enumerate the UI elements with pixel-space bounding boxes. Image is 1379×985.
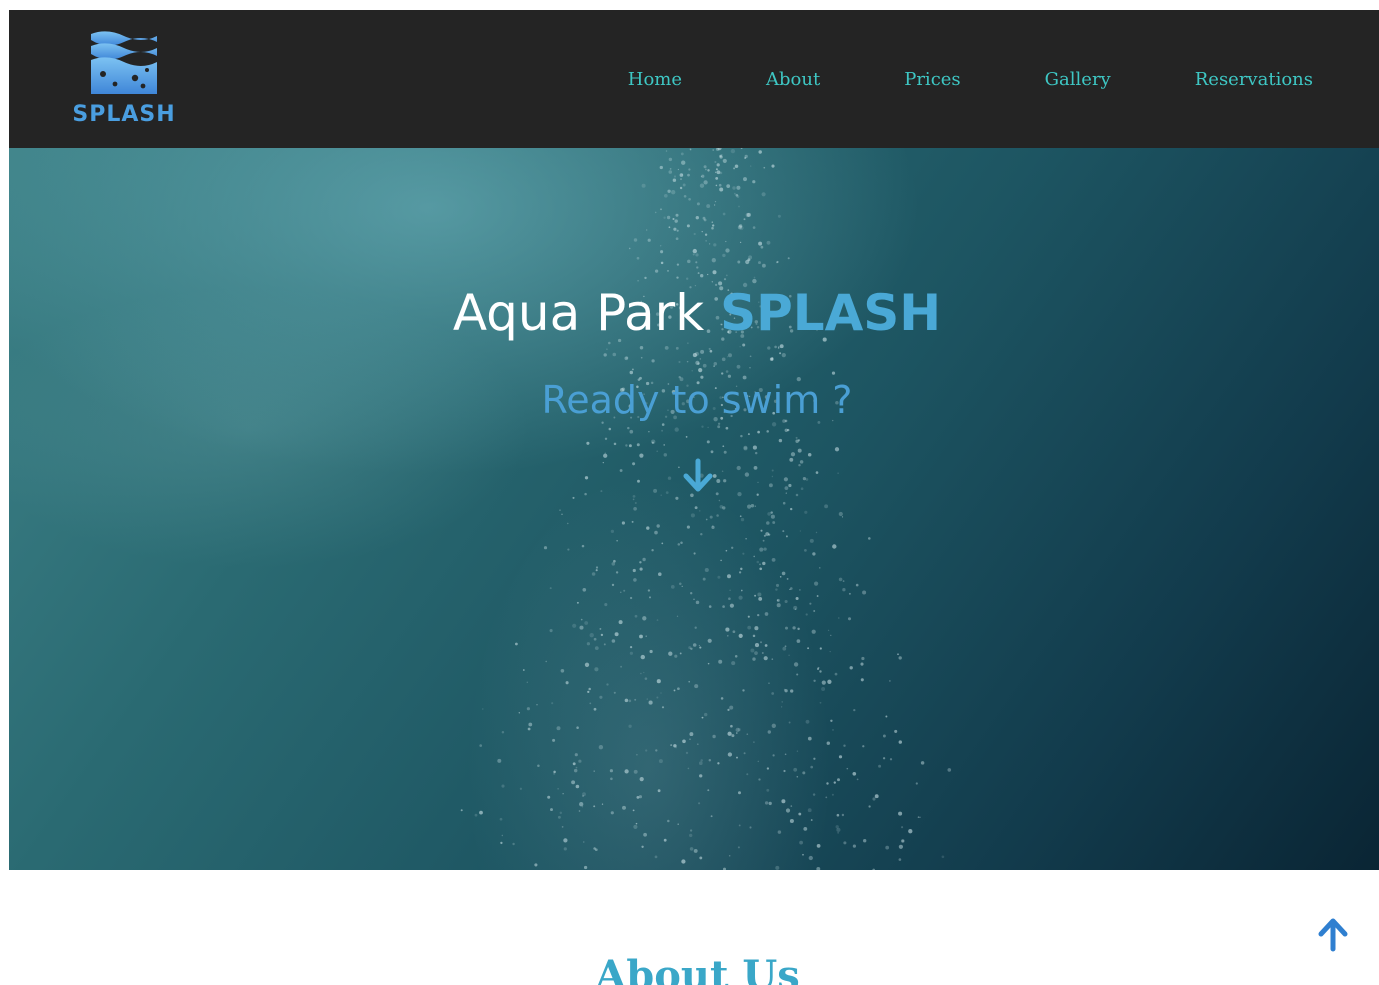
main-nav: Home About Prices Gallery Reservations xyxy=(628,10,1379,148)
hero-subtitle: Ready to swim ? xyxy=(541,378,853,422)
arrow-up-icon[interactable] xyxy=(1316,916,1350,952)
page: SPLASH Home About Prices Gallery Reserva… xyxy=(0,0,1379,985)
arrow-down-icon[interactable] xyxy=(681,458,715,494)
nav-home[interactable]: Home xyxy=(628,69,682,90)
navbar: SPLASH Home About Prices Gallery Reserva… xyxy=(9,10,1379,148)
hero-section: Aqua Park SPLASH Ready to swim ? xyxy=(9,148,1379,870)
logo[interactable]: SPLASH xyxy=(71,30,177,130)
nav-prices[interactable]: Prices xyxy=(904,69,960,90)
hero-title-prefix: Aqua Park xyxy=(452,284,721,342)
nav-reservations[interactable]: Reservations xyxy=(1195,69,1313,90)
underwater-background-image xyxy=(460,148,952,870)
nav-gallery[interactable]: Gallery xyxy=(1045,69,1111,90)
hero-title: Aqua Park SPLASH xyxy=(9,284,1379,342)
waves-logo-icon xyxy=(91,31,157,94)
nav-about[interactable]: About xyxy=(766,69,820,90)
about-section-title: About Us xyxy=(595,952,800,985)
hero-title-accent: SPLASH xyxy=(720,284,942,342)
logo-text: SPLASH xyxy=(72,102,176,127)
